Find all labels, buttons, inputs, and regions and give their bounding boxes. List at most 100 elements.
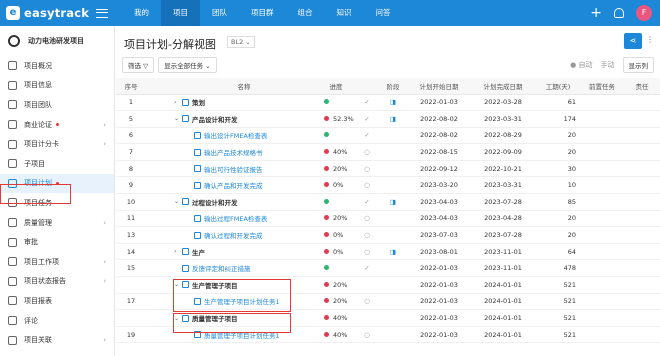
sidebar-item-icon [8, 139, 17, 149]
column-header-4[interactable] [356, 78, 378, 95]
expand-toggle-icon[interactable]: › [174, 248, 182, 255]
sidebar-item-0[interactable]: 项目概况 [0, 56, 114, 76]
sidebar-item-5[interactable]: 子项目 [0, 154, 114, 174]
row-name-cell[interactable]: ⌄ 产品设计和开发 [172, 110, 316, 128]
chevron-right-icon: › [103, 140, 106, 149]
row-progress: 20% [316, 293, 356, 311]
row-owner [624, 193, 660, 211]
table-row[interactable]: 13 确认过程和开发完成 0% ○ 2023-07-03 2023-07-28 20 [116, 226, 660, 244]
row-name-label[interactable]: 输出设计FMEA检查表 [204, 130, 267, 140]
row-name-label[interactable]: 确认产品和开发完成 [204, 180, 263, 190]
sidebar-item-2[interactable]: 项目团队 [0, 95, 114, 115]
nav-item-1[interactable]: 项目 [161, 0, 200, 26]
sidebar-item-label: 项目计分卡 [24, 140, 59, 149]
row-check-icon: ○ [356, 143, 378, 161]
row-end-date: 2024-01-01 [470, 326, 536, 344]
row-owner [624, 94, 660, 112]
column-header-2[interactable]: 名称 [172, 78, 316, 95]
share-icon[interactable]: ⋖ [624, 33, 642, 49]
nav-item-3[interactable]: 项目群 [239, 0, 286, 26]
row-seq: 6 [116, 127, 146, 145]
row-name: 确认过程和开发完成 [172, 230, 316, 240]
table-row[interactable]: 6 输出设计FMEA检查表 ✓ 2022-08-02 2022-08-29 20 [116, 127, 660, 145]
row-percent-label: 40% [333, 148, 348, 157]
row-name: 输出产品技术规格书 [172, 147, 316, 157]
sidebar-item-10[interactable]: 项目工作项 › [0, 252, 114, 272]
table-row[interactable]: 10 ⌄ 过程设计和开发 ✓ ◨ 2023-04-03 2023-07-28 85 [116, 193, 660, 211]
table-row[interactable]: 8 输出可行性验证报告 20% ○ 2022-09-12 2022-10-21 30 [116, 160, 660, 178]
sidebar-item-4[interactable]: 项目计分卡 › [0, 134, 114, 154]
row-name-cell[interactable]: 反馈评定和纠正措施 [172, 259, 316, 278]
row-name-label[interactable]: 反馈评定和纠正措施 [192, 263, 251, 273]
sidebar-item-9[interactable]: 审批 [0, 232, 114, 252]
show-all-select[interactable]: 显示全部任务 ⌄ [158, 57, 217, 73]
menu-icon[interactable] [96, 8, 108, 18]
column-header-5[interactable]: 阶段 [378, 78, 408, 95]
more-icon[interactable]: ⋮ [646, 35, 654, 44]
expand-toggle-icon[interactable]: ⌄ [174, 198, 182, 205]
column-header-9[interactable]: 前置任务 [580, 78, 624, 95]
display-columns-button[interactable]: 显示列 [622, 57, 654, 73]
project-header[interactable]: 动力电池研发项目 [0, 26, 114, 56]
nav-item-2[interactable]: 团队 [200, 0, 239, 26]
task-icon [194, 131, 201, 139]
table-row[interactable]: 9 确认产品和开发完成 0% ○ 2023-03-20 2023-03-31 10 [116, 176, 660, 195]
sidebar-item-11[interactable]: 项目状态报告 › [0, 272, 114, 292]
add-icon[interactable]: + [590, 6, 602, 20]
row-name-cell[interactable]: 输出过程FMEA检查表 [172, 210, 316, 228]
table-row[interactable]: 1 › 策划 ✓ ◨ 2022-01-03 2022-03-28 61 [116, 94, 660, 112]
sidebar-item-14[interactable]: 项目关联 › [0, 330, 114, 350]
column-header-1[interactable] [146, 78, 172, 95]
nav-item-6[interactable]: 问答 [364, 0, 403, 26]
row-duration: 20 [536, 210, 580, 228]
row-name-cell[interactable]: 确认产品和开发完成 [172, 176, 316, 195]
row-name-cell[interactable]: › 策划 [172, 94, 316, 112]
row-end-date: 2023-11-01 [470, 259, 536, 278]
row-name-label[interactable]: 输出可行性验证报告 [204, 164, 263, 174]
table-row[interactable]: 14 › 生产 0% ○ ◨ 2023-08-01 2023-11-01 64 [116, 243, 660, 261]
sidebar-item-3[interactable]: 商业论证 › [0, 115, 114, 135]
column-header-6[interactable]: 计划开始日期 [408, 78, 470, 95]
sidebar-item-13[interactable]: 评论 [0, 311, 114, 331]
bell-icon[interactable] [614, 8, 624, 18]
manual-toggle[interactable]: 手动 [601, 60, 615, 70]
row-name-cell[interactable]: 输出产品技术规格书 [172, 143, 316, 161]
table-row[interactable]: 15 反馈评定和纠正措施 ✓ 2022-01-03 2023-11-01 478 [116, 259, 660, 278]
row-duration: 521 [536, 309, 580, 327]
table-row[interactable]: 7 输出产品技术规格书 40% ○ 2022-08-15 2022-09-09 20 [116, 143, 660, 161]
nav-item-4[interactable]: 组合 [286, 0, 325, 26]
expand-toggle-icon[interactable]: › [174, 99, 182, 106]
nav-item-5[interactable]: 知识 [325, 0, 364, 26]
row-duration: 10 [536, 176, 580, 195]
row-name-cell[interactable]: › 生产 [172, 243, 316, 261]
expand-toggle-icon[interactable]: ⌄ [174, 115, 182, 122]
table-row[interactable]: 5 ⌄ 产品设计和开发 52.3% ✓ ◨ 2022-08-02 2023-03-31 174 [116, 110, 660, 128]
row-check-icon: ✓ [356, 259, 378, 278]
row-name-label[interactable]: 输出产品技术规格书 [204, 147, 263, 157]
sidebar-item-icon [8, 61, 17, 71]
row-name-cell[interactable]: 输出可行性验证报告 [172, 160, 316, 178]
column-header-0[interactable]: 序号 [116, 78, 146, 95]
column-header-8[interactable]: 工期(天) [536, 78, 580, 95]
row-name-label[interactable]: 确认过程和开发完成 [204, 230, 263, 240]
row-name-cell[interactable]: ⌄ 过程设计和开发 [172, 193, 316, 211]
row-duration: 20 [536, 127, 580, 145]
row-start-date: 2023-08-01 [408, 243, 470, 261]
filter-button[interactable]: 筛选 ▽ [122, 57, 155, 73]
avatar[interactable]: F [636, 5, 652, 21]
chevron-right-icon: › [103, 120, 106, 129]
row-name-cell[interactable]: 输出设计FMEA检查表 [172, 127, 316, 145]
row-name-label[interactable]: 输出过程FMEA检查表 [204, 213, 267, 223]
status-dot-icon [324, 232, 329, 238]
auto-toggle[interactable]: ● 自动 [570, 60, 592, 70]
sidebar-item-12[interactable]: 项目报表 [0, 291, 114, 311]
column-header-10[interactable]: 责任 [624, 78, 660, 95]
sidebar-item-1[interactable]: 项目信息 [0, 76, 114, 96]
row-name-cell[interactable]: 确认过程和开发完成 [172, 226, 316, 244]
baseline-select[interactable]: BL2 ⌄ [227, 36, 255, 48]
column-header-7[interactable]: 计划完成日期 [470, 78, 536, 95]
nav-item-0[interactable]: 我的 [122, 0, 161, 26]
column-header-3[interactable]: 进度 [316, 78, 356, 95]
sidebar-item-8[interactable]: 质量管理 › [0, 213, 114, 233]
table-row[interactable]: 11 输出过程FMEA检查表 20% ○ 2023-04-03 2023-04-28 20 [116, 210, 660, 228]
